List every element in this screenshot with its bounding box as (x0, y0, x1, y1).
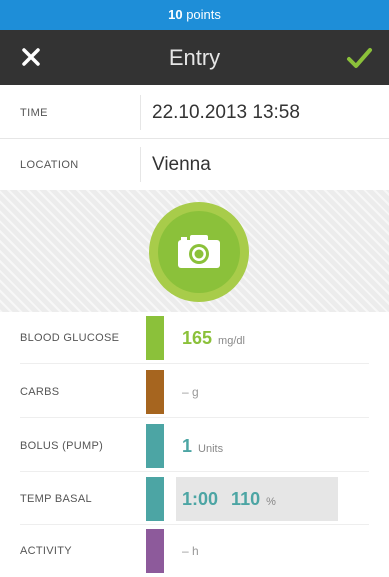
carbs-label: CARBS (20, 386, 60, 398)
row-separator (20, 417, 369, 418)
temp-basal-unit: % (266, 496, 276, 508)
time-value[interactable]: 22.10.2013 13:58 (152, 87, 300, 139)
row-separator (20, 363, 369, 364)
blood-glucose-color-bar (146, 316, 164, 360)
time-label: TIME (20, 107, 48, 119)
carbs-value-field[interactable]: – g (182, 366, 199, 418)
location-value[interactable]: Vienna (152, 139, 211, 191)
temp-basal-duration: 1:00 (182, 489, 219, 509)
location-label: LOCATION (20, 159, 79, 171)
time-row[interactable]: TIME 22.10.2013 13:58 (0, 87, 389, 139)
bolus-unit: Units (198, 443, 224, 455)
blood-glucose-row[interactable]: BLOOD GLUCOSE 165 mg/dl (0, 312, 389, 364)
activity-color-bar (146, 529, 164, 573)
temp-basal-label: TEMP BASAL (20, 493, 92, 505)
header-bar: Entry (0, 30, 389, 85)
temp-basal-value: 110 (231, 489, 261, 509)
blood-glucose-unit: mg/dl (218, 335, 245, 347)
activity-label: ACTIVITY (20, 545, 72, 557)
temp-basal-value-field[interactable]: 1:00 110% (182, 473, 276, 528)
blood-glucose-value-field[interactable]: 165 mg/dl (182, 312, 245, 367)
page-title: Entry (168, 45, 221, 70)
activity-value-field[interactable]: – h (182, 525, 199, 577)
carbs-row[interactable]: CARBS – g (0, 366, 389, 418)
points-count: 10 (168, 7, 183, 22)
points-banner: 10 points (0, 0, 389, 30)
bolus-label: BOLUS (PUMP) (20, 440, 104, 452)
temp-basal-color-bar (146, 477, 164, 521)
location-row[interactable]: LOCATION Vienna (0, 139, 389, 191)
blood-glucose-label: BLOOD GLUCOSE (20, 332, 120, 344)
camera-icon (178, 235, 220, 268)
checkmark-icon (347, 48, 372, 68)
save-button[interactable] (343, 42, 375, 74)
add-photo-button[interactable] (149, 202, 249, 302)
divider (140, 95, 141, 130)
bolus-row[interactable]: BOLUS (PUMP) 1 Units (0, 420, 389, 472)
bolus-value: 1 (182, 436, 193, 456)
activity-row[interactable]: ACTIVITY – h (0, 525, 389, 577)
row-separator (20, 471, 369, 472)
temp-basal-row[interactable]: TEMP BASAL 1:00 110% (0, 473, 389, 525)
blood-glucose-value: 165 (182, 328, 213, 348)
divider (140, 147, 141, 182)
bolus-color-bar (146, 424, 164, 468)
bolus-value-field[interactable]: 1 Units (182, 420, 223, 475)
carbs-color-bar (146, 370, 164, 414)
points-label: points (186, 7, 221, 22)
